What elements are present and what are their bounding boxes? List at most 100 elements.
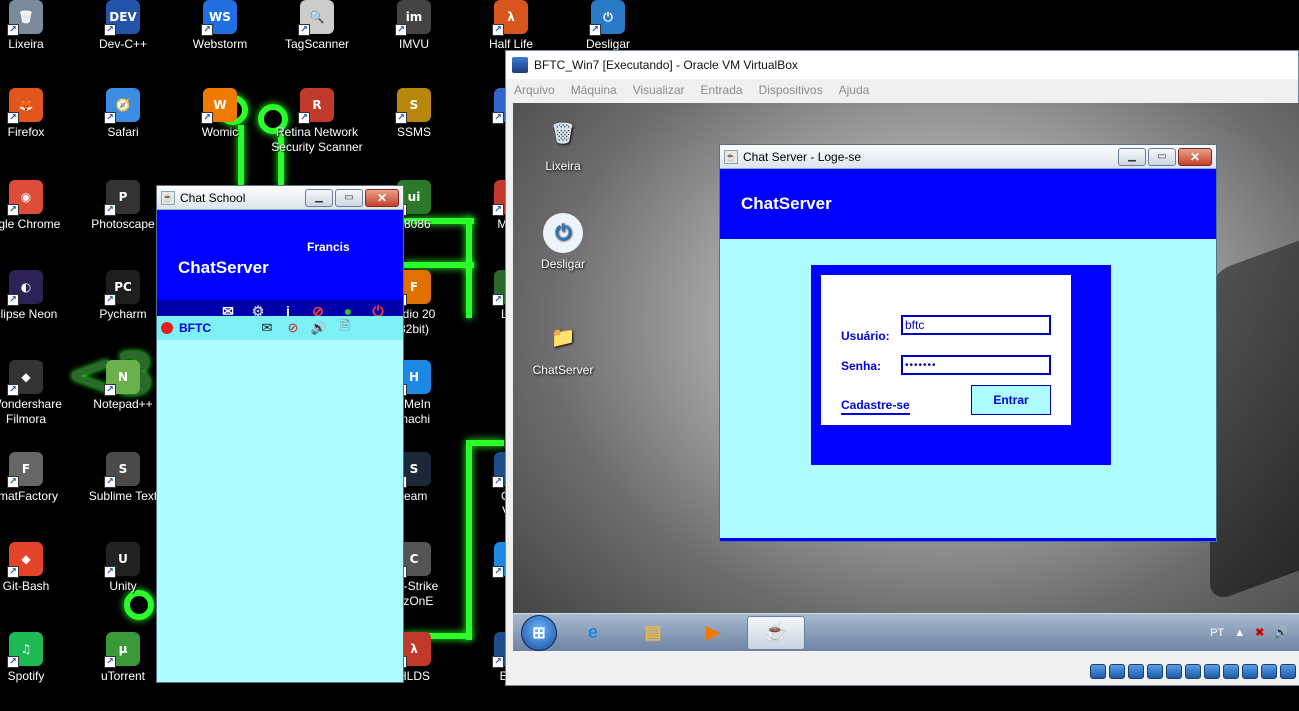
shortcut-arrow-icon: ↗ <box>201 24 213 36</box>
menu-item-visualizar[interactable]: Visualizar <box>633 83 685 97</box>
mouse-integration-icon[interactable] <box>1261 664 1277 679</box>
desktop-icon[interactable]: 🗑 ↗ Lixeira <box>0 0 74 52</box>
icon-label: TagScanner <box>284 37 350 51</box>
shared-folders-icon[interactable] <box>1185 664 1201 679</box>
close-button[interactable]: ✕ <box>365 188 399 207</box>
app-icon: F↗ <box>7 452 43 488</box>
minimize-button[interactable]: ▁ <box>305 188 333 207</box>
vm-desktop-icon-recycle-bin[interactable]: 🗑 Lixeira <box>523 111 603 174</box>
vm-desktop-icon-chatserver-folder[interactable]: 📁 ChatServer <box>523 315 603 378</box>
maximize-button[interactable]: ▭ <box>1148 147 1176 166</box>
app-icon: WS ↗ <box>201 0 237 36</box>
block-contact-icon[interactable]: ⊘ <box>283 320 303 336</box>
desktop-icon[interactable]: 🔍 ↗ TagScanner <box>269 0 365 52</box>
contact-row[interactable]: BFTC ✉ ⊘ 🔊 🗎 <box>157 316 403 340</box>
desktop-icon[interactable]: ◉↗ogle Chrome <box>0 180 74 232</box>
login-form: Usuário: bftc Senha: ••••••• Cadastre-se… <box>821 275 1071 425</box>
usb-icon[interactable] <box>1166 664 1182 679</box>
video-capture-icon[interactable] <box>1223 664 1239 679</box>
desktop-icon[interactable]: 🦊 ↗ Firefox <box>0 88 74 140</box>
desktop-icon[interactable]: 🧭 ↗ Safari <box>75 88 171 140</box>
shortcut-arrow-icon: ↗ <box>395 112 407 124</box>
icon-label: Wondershare Filmora <box>0 397 62 426</box>
menu-item-dispositivos[interactable]: Dispositivos <box>759 83 823 97</box>
media-player-button[interactable]: ▶ <box>687 616 739 650</box>
desktop-icon[interactable]: im ↗ IMVU <box>366 0 462 52</box>
menu-item-entrada[interactable]: Entrada <box>701 83 743 97</box>
app-icon: U ↗ <box>104 542 140 578</box>
password-field[interactable]: ••••••• <box>901 355 1051 375</box>
register-link[interactable]: Cadastre-se <box>841 398 910 415</box>
send-message-icon[interactable]: ✉ <box>257 320 277 336</box>
app-icon: S↗ <box>104 452 140 488</box>
desktop-icon[interactable]: ⏻ ↗ Desligar <box>560 0 656 52</box>
maximize-button[interactable]: ▭ <box>335 188 363 207</box>
desktop-icon[interactable]: W ↗ Womic <box>172 88 268 140</box>
explorer-button[interactable]: ▤ <box>627 616 679 650</box>
app-icon: im ↗ <box>395 0 431 36</box>
icon-label: rmatFactory <box>0 489 58 503</box>
power-icon: ⏻ <box>543 213 583 253</box>
app-icon: PC ↗ <box>104 270 140 306</box>
minimize-button[interactable]: ▁ <box>1118 147 1146 166</box>
optical-drive-icon[interactable] <box>1109 664 1125 679</box>
menu-item-arquivo[interactable]: Arquivo <box>514 83 555 97</box>
app-icon: P ↗ <box>104 180 140 216</box>
window-title: Chat School <box>180 190 246 205</box>
java-icon: ☕ <box>161 190 175 205</box>
chat-school-titlebar[interactable]: ☕ Chat School ▁ ▭ ✕ <box>157 186 403 210</box>
login-header: ChatServer <box>720 169 1216 239</box>
app-icon: ◐ ↗ <box>7 270 43 306</box>
audio-icon[interactable] <box>1128 664 1144 679</box>
contact-name: BFTC <box>179 321 211 335</box>
icon-label: Retina Network Security Scanner <box>271 125 363 154</box>
desktop-icon[interactable]: ◆ ↗ Git-Bash <box>0 542 74 594</box>
hard-disk-icon[interactable] <box>1090 664 1106 679</box>
folder-icon: 📁 <box>550 326 576 349</box>
desktop-icon[interactable]: ♫ ↗ Spotify <box>0 632 74 684</box>
icon-label: Git-Bash <box>2 579 50 593</box>
menu-item-ajuda[interactable]: Ajuda <box>839 83 870 97</box>
volume-icon[interactable]: 🔊 <box>1274 626 1288 639</box>
cpu-icon[interactable] <box>1242 664 1258 679</box>
app-icon: S↗ <box>395 88 431 124</box>
icon-label: Womic <box>201 125 239 139</box>
icon-label: Lixeira <box>8 37 44 51</box>
file-icon[interactable]: 🗎 <box>335 318 355 336</box>
vm-desktop-icon-shutdown[interactable]: ⏻ Desligar <box>523 213 603 271</box>
desktop-icon[interactable]: WS ↗ Webstorm <box>172 0 268 52</box>
shortcut-arrow-icon: ↗ <box>492 112 504 124</box>
host-key-icon[interactable] <box>1280 664 1296 679</box>
sound-icon[interactable]: 🔊 <box>309 320 329 336</box>
menu-item-máquina[interactable]: Máquina <box>571 83 617 97</box>
desktop-icon[interactable]: λ ↗ Half Life <box>463 0 559 52</box>
java-button[interactable]: ☕ <box>747 615 805 650</box>
close-button[interactable]: ✕ <box>1178 147 1212 166</box>
login-titlebar[interactable]: ☕ Chat Server - Loge-se ▁ ▭ ✕ <box>720 145 1216 169</box>
shortcut-arrow-icon: ↗ <box>589 24 601 36</box>
desktop-icon[interactable]: DEV ↗ Dev-C++ <box>75 0 171 52</box>
desktop-icon[interactable]: S ↗ SSMS <box>366 88 462 140</box>
language-indicator[interactable]: PT <box>1210 627 1224 639</box>
network-warning-icon[interactable]: ✖ <box>1255 626 1264 639</box>
desktop-icon[interactable]: R ↗ Retina Network Security Scanner <box>269 88 365 155</box>
shortcut-arrow-icon: ↗ <box>7 656 19 668</box>
login-button[interactable]: Entrar <box>971 385 1051 415</box>
desktop-icon[interactable]: F ↗ rmatFactory <box>0 452 74 504</box>
icon-label: IMVU <box>399 37 429 51</box>
app-icon: N ↗ <box>104 360 140 396</box>
desktop-icon[interactable]: ◆↗Wondershare Filmora <box>0 360 74 427</box>
login-window[interactable]: ☕ Chat Server - Loge-se ▁ ▭ ✕ ChatServer… <box>719 144 1217 542</box>
chat-school-window[interactable]: ☕ Chat School ▁ ▭ ✕ Francis ChatServer ✉… <box>156 185 404 683</box>
network-icon[interactable] <box>1147 664 1163 679</box>
virtualbox-titlebar[interactable]: BFTC_Win7 [Executando] - Oracle VM Virtu… <box>506 51 1298 79</box>
system-tray: PT ▲ ✖ 🔊 <box>1210 626 1299 640</box>
ie-button[interactable]: e <box>567 616 619 650</box>
app-icon: ◆ ↗ <box>7 360 43 396</box>
username-field[interactable]: bftc <box>901 315 1051 335</box>
tray-expand-icon[interactable]: ▲ <box>1234 627 1245 639</box>
app-icon: λ↗ <box>492 0 528 36</box>
start-button[interactable]: ⊞ <box>521 614 557 651</box>
display-icon[interactable] <box>1204 664 1220 679</box>
desktop-icon[interactable]: ◐ ↗ clipse Neon <box>0 270 74 322</box>
